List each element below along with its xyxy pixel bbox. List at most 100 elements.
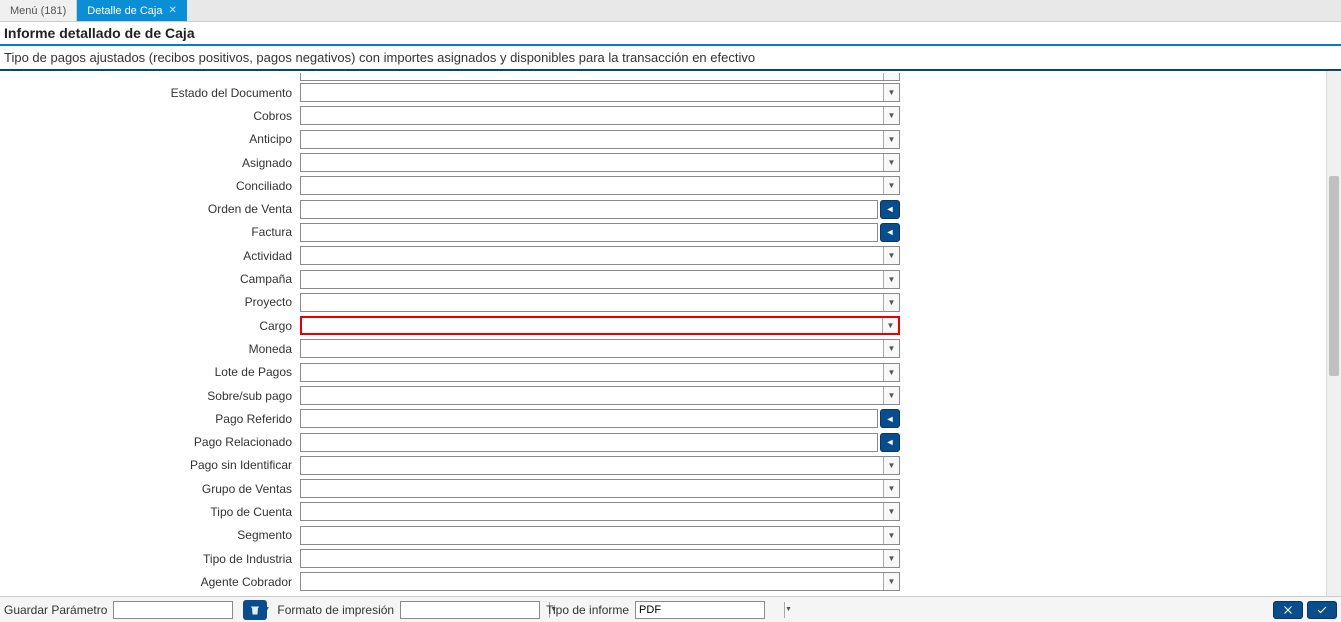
combo-formato-impresion[interactable]: ▼ [400,601,540,619]
close-icon [1282,604,1294,616]
combo-anticipo[interactable]: ▼ [300,130,900,149]
chevron-down-icon[interactable]: ▼ [883,131,899,148]
chevron-down-icon[interactable]: ▼ [883,271,899,288]
combo-asignado[interactable]: ▼ [300,153,900,172]
input-pago-sin-ident[interactable] [301,457,883,474]
page-title: Informe detallado de de Caja [4,25,1337,41]
input-conciliado[interactable] [301,177,883,194]
tab-detalle-caja[interactable]: Detalle de Caja ✕ [77,0,187,21]
input-pago-relacionado[interactable] [301,434,877,451]
chevron-down-icon[interactable]: ▼ [883,154,899,171]
combo-tipo-informe[interactable]: ▼ [635,601,765,619]
input-tipo-informe[interactable] [636,602,784,618]
input-asignado[interactable] [301,154,883,171]
input-tipo-cuenta[interactable] [301,503,883,520]
combo-cobros[interactable]: ▼ [300,106,900,125]
input-moneda[interactable] [301,340,883,357]
vertical-scrollbar[interactable] [1326,71,1341,596]
chevron-down-icon[interactable]: ▼ [883,294,899,311]
chevron-down-icon[interactable]: ▼ [883,107,899,124]
input-formato-impresion[interactable] [401,602,549,618]
input-factura[interactable] [301,224,877,241]
scroll-thumb[interactable] [1329,176,1339,376]
chevron-down-icon[interactable]: ▼ [883,480,899,497]
chevron-down-icon[interactable]: ▼ [883,527,899,544]
label-guardar-parametro: Guardar Parámetro [4,603,107,617]
combo-tipo-industria[interactable]: ▼ [300,549,900,568]
chevron-down-icon[interactable]: ▼ [883,340,899,357]
label-pago-sin-ident: Pago sin Identificar [0,458,300,472]
arrow-left-icon: ◄ [886,437,895,447]
tab-menu[interactable]: Menú (181) [0,0,77,21]
combo-orden-venta[interactable] [300,200,878,219]
combo-pago-sin-ident[interactable]: ▼ [300,456,900,475]
input-actividad[interactable] [301,247,883,264]
input-anticipo[interactable] [301,131,883,148]
combo-pago-relacionado[interactable] [300,433,878,452]
chevron-down-icon[interactable]: ▼ [883,503,899,520]
combo-estado-documento[interactable]: ▼ [300,83,900,102]
cancel-button[interactable] [1273,601,1303,619]
input-grupo-ventas[interactable] [301,480,883,497]
lookup-button-orden-venta[interactable]: ◄ [880,200,900,219]
chevron-down-icon[interactable]: ▼ [784,602,792,618]
combo-agente-cobrador[interactable]: ▼ [300,572,900,591]
check-icon [1316,604,1328,616]
chevron-down-icon[interactable]: ▼ [883,550,899,567]
input-cargo[interactable] [302,318,882,333]
chevron-down-icon[interactable]: ▼ [883,573,899,590]
chevron-down-icon[interactable]: ▼ [883,457,899,474]
label-campana: Campaña [0,272,300,286]
label-conciliado: Conciliado [0,179,300,193]
input-campana[interactable] [301,271,883,288]
input-proyecto[interactable] [301,294,883,311]
input-cobros[interactable] [301,107,883,124]
form-row-conciliado: Conciliado ▼ [0,174,1326,197]
combo-campana[interactable]: ▼ [300,270,900,289]
label-tipo-informe: Tipo de informe [546,603,629,617]
lookup-button-factura[interactable]: ◄ [880,223,900,242]
combo-sobre-sub[interactable]: ▼ [300,386,900,405]
lookup-button-pago-relacionado[interactable]: ◄ [880,433,900,452]
chevron-down-icon[interactable]: ▼ [883,247,899,264]
input-segmento[interactable] [301,527,883,544]
form-row-cut [0,73,1326,81]
combo-lote-pagos[interactable]: ▼ [300,363,900,382]
label-proyecto: Proyecto [0,295,300,309]
chevron-down-icon[interactable]: ▼ [882,318,898,333]
chevron-down-icon[interactable]: ▼ [883,364,899,381]
label-asignado: Asignado [0,156,300,170]
input-agente-cobrador[interactable] [301,573,883,590]
confirm-button[interactable] [1307,601,1337,619]
delete-button[interactable] [243,600,267,620]
combo-grupo-ventas[interactable]: ▼ [300,479,900,498]
combo-tipo-cuenta[interactable]: ▼ [300,502,900,521]
chevron-down-icon[interactable]: ▼ [883,84,899,101]
combo-segmento[interactable]: ▼ [300,526,900,545]
input-estado-documento[interactable] [301,84,883,101]
combo-factura[interactable] [300,223,878,242]
label-lote-pagos: Lote de Pagos [0,365,300,379]
combo-conciliado[interactable]: ▼ [300,176,900,195]
input-guardar-parametro[interactable] [114,602,262,618]
combo-actividad[interactable]: ▼ [300,246,900,265]
combo-pago-referido[interactable] [300,409,878,428]
combo-proyecto[interactable]: ▼ [300,293,900,312]
combo-cargo[interactable]: ▼ [300,316,900,335]
input-orden-venta[interactable] [301,201,877,218]
chevron-down-icon[interactable]: ▼ [883,387,899,404]
form-row-cobros: Cobros ▼ [0,104,1326,127]
input-lote-pagos[interactable] [301,364,883,381]
combo-moneda[interactable]: ▼ [300,339,900,358]
form-row-tipo-industria: Tipo de Industria ▼ [0,547,1326,570]
form-row-agente-cobrador: Agente Cobrador ▼ [0,570,1326,593]
close-icon[interactable]: ✕ [168,5,176,16]
input-tipo-industria[interactable] [301,550,883,567]
lookup-button-pago-referido[interactable]: ◄ [880,409,900,428]
input-sobre-sub[interactable] [301,387,883,404]
label-cobros: Cobros [0,109,300,123]
combo-guardar-parametro[interactable]: ▼ [113,601,233,619]
chevron-down-icon[interactable]: ▼ [883,177,899,194]
label-pago-relacionado: Pago Relacionado [0,435,300,449]
input-pago-referido[interactable] [301,410,877,427]
